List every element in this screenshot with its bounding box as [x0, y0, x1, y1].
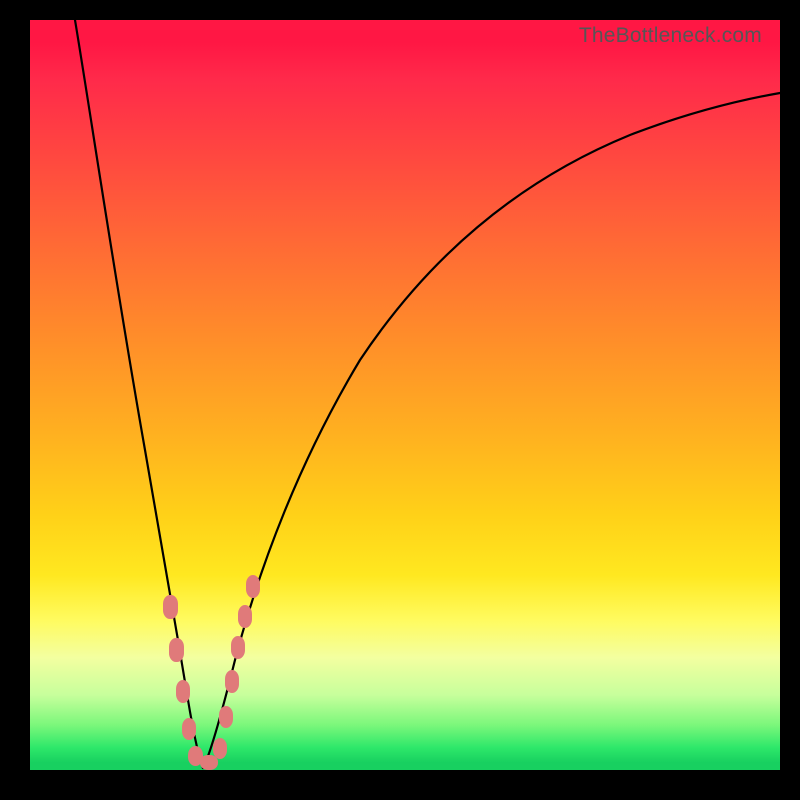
curve-layer: [30, 20, 780, 770]
marker-point: [238, 605, 252, 628]
marker-point: [231, 636, 245, 659]
marker-point: [182, 718, 196, 740]
marker-point: [246, 575, 260, 598]
gradient-plot-area: TheBottleneck.com: [30, 20, 780, 770]
marker-point: [163, 595, 178, 619]
bottleneck-curve-left: [75, 20, 203, 768]
chart-frame: TheBottleneck.com: [0, 0, 800, 800]
marker-group: [163, 575, 260, 770]
marker-point: [225, 670, 239, 693]
marker-point: [169, 638, 184, 662]
marker-point: [176, 680, 190, 703]
marker-point: [219, 706, 233, 728]
marker-point: [213, 738, 227, 759]
marker-point: [200, 755, 218, 770]
bottleneck-curve-right: [203, 93, 780, 768]
